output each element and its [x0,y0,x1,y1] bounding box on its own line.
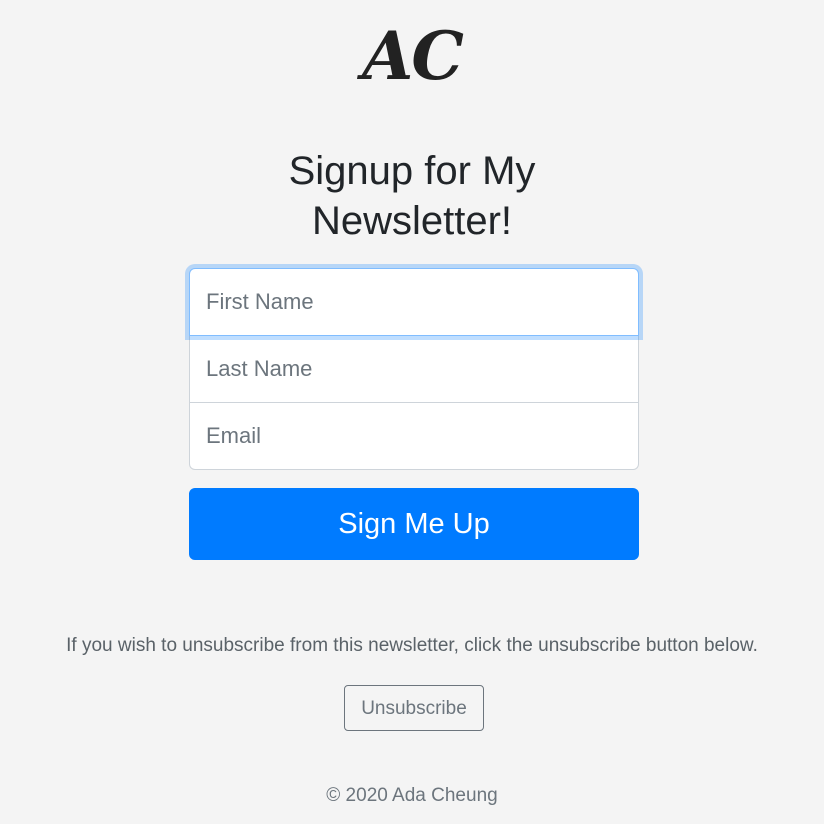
email-field[interactable] [189,403,639,470]
page-title-line-1: Signup for My [288,149,536,193]
page-title: Signup for My Newsletter! [0,146,824,246]
unsubscribe-button[interactable]: Unsubscribe [344,685,484,731]
brand-logo: AC [362,17,464,95]
last-name-field[interactable] [189,336,639,403]
first-name-field[interactable] [189,268,639,336]
page-title-line-2: Newsletter! [311,199,513,243]
unsubscribe-message: If you wish to unsubscribe from this new… [66,635,758,656]
sign-me-up-button[interactable]: Sign Me Up [189,488,639,560]
footer-copyright: © 2020 Ada Cheung [326,785,498,806]
signup-form [189,268,639,470]
